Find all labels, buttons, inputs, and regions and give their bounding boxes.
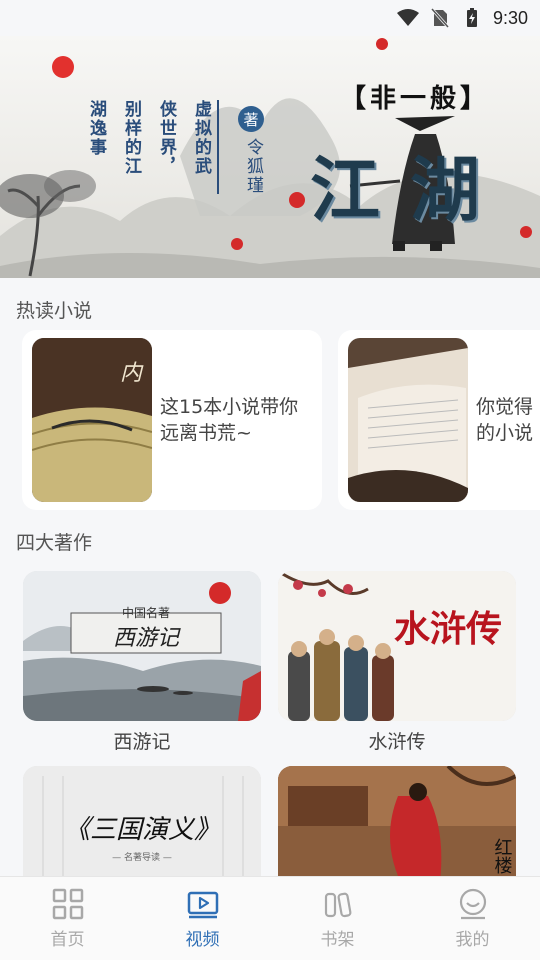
hot-novel-card[interactable]: 内 这15本小说带你 远离书荒~ xyxy=(22,330,322,510)
nav-label-video: 视频 xyxy=(185,930,220,950)
nav-item-home[interactable]: 首页 xyxy=(0,877,135,960)
grid-icon xyxy=(52,888,83,920)
video-icon xyxy=(187,891,218,919)
hot-novel-title: 你觉得 的小说 xyxy=(476,394,540,446)
cover-title: 《三国演义》 xyxy=(64,815,220,845)
battery-charging-icon xyxy=(461,8,483,28)
cover-title: 红楼 xyxy=(492,838,513,874)
classic-card-xiyouji[interactable]: 中国名著 西游记 西游记 xyxy=(23,571,261,754)
author-badge: 著 xyxy=(238,106,264,132)
classic-label: 水浒传 xyxy=(368,731,426,753)
banner-poem: 虚拟的武 侠世界， 别样的江 湖逸事 xyxy=(84,100,214,176)
nav-item-video[interactable]: 视频 xyxy=(135,877,270,960)
hot-novel-title-line: 的小说 xyxy=(476,422,534,444)
cover-title: 西游记 xyxy=(113,626,181,651)
hot-novel-card[interactable]: 你觉得 的小说 xyxy=(338,330,540,510)
status-bar: 9:30 xyxy=(0,0,540,36)
book-cover-thumbnail xyxy=(348,338,468,502)
book-cover-thumbnail: 水浒传 xyxy=(278,571,516,721)
classic-card-shuihuzhuan[interactable]: 水浒传 水浒传 xyxy=(278,571,516,754)
clock: 9:30 xyxy=(492,7,528,28)
nav-label-profile: 我的 xyxy=(455,930,490,950)
author-name: 令狐瑾 xyxy=(243,138,263,195)
poem-column: 虚拟的武 xyxy=(191,100,211,176)
svg-text:内: 内 xyxy=(120,361,144,386)
hot-novels-carousel[interactable]: 内 这15本小说带你 远离书荒~ 你觉得 的小说 xyxy=(22,330,540,510)
section-title-hot: 热读小说 xyxy=(16,300,93,322)
wifi-icon xyxy=(396,8,419,28)
poem-column: 别样的江 xyxy=(121,100,141,176)
poem-column: 侠世界， xyxy=(156,100,176,176)
nav-item-profile[interactable]: 我的 xyxy=(405,877,540,960)
hot-novel-title-line: 你觉得 xyxy=(476,396,534,418)
bookshelf-icon xyxy=(324,892,351,918)
nav-label-bookshelf: 书架 xyxy=(320,930,355,950)
book-cover-thumbnail: 中国名著 西游记 xyxy=(23,571,261,721)
book-cover-thumbnail: 内 xyxy=(32,338,152,502)
hot-novel-title-line: 远离书荒~ xyxy=(160,422,252,444)
cover-title: 水浒传 xyxy=(394,608,502,650)
hot-novel-title: 这15本小说带你 远离书荒~ xyxy=(160,394,312,446)
nav-item-bookshelf[interactable]: 书架 xyxy=(270,877,405,960)
bottom-navigation: 首页 视频 书架 我的 xyxy=(0,876,540,960)
hero-banner[interactable]: 虚拟的武 侠世界， 别样的江 湖逸事 著 令狐瑾 【非一般】 江湖 xyxy=(0,36,540,278)
profile-icon xyxy=(459,888,486,920)
banner-title: 江湖 xyxy=(310,148,510,231)
cover-small-title: — 名著导读 — xyxy=(112,851,172,863)
classic-label: 西游记 xyxy=(113,731,171,753)
hot-novel-title-line: 这15本小说带你 xyxy=(160,396,299,418)
banner-subtitle: 【非一般】 xyxy=(340,84,491,114)
section-title-classics: 四大著作 xyxy=(16,532,93,554)
cover-small-title: 中国名著 xyxy=(122,605,170,620)
no-sim-icon xyxy=(429,8,451,28)
nav-label-home: 首页 xyxy=(50,930,85,950)
poem-column: 湖逸事 xyxy=(86,100,106,157)
